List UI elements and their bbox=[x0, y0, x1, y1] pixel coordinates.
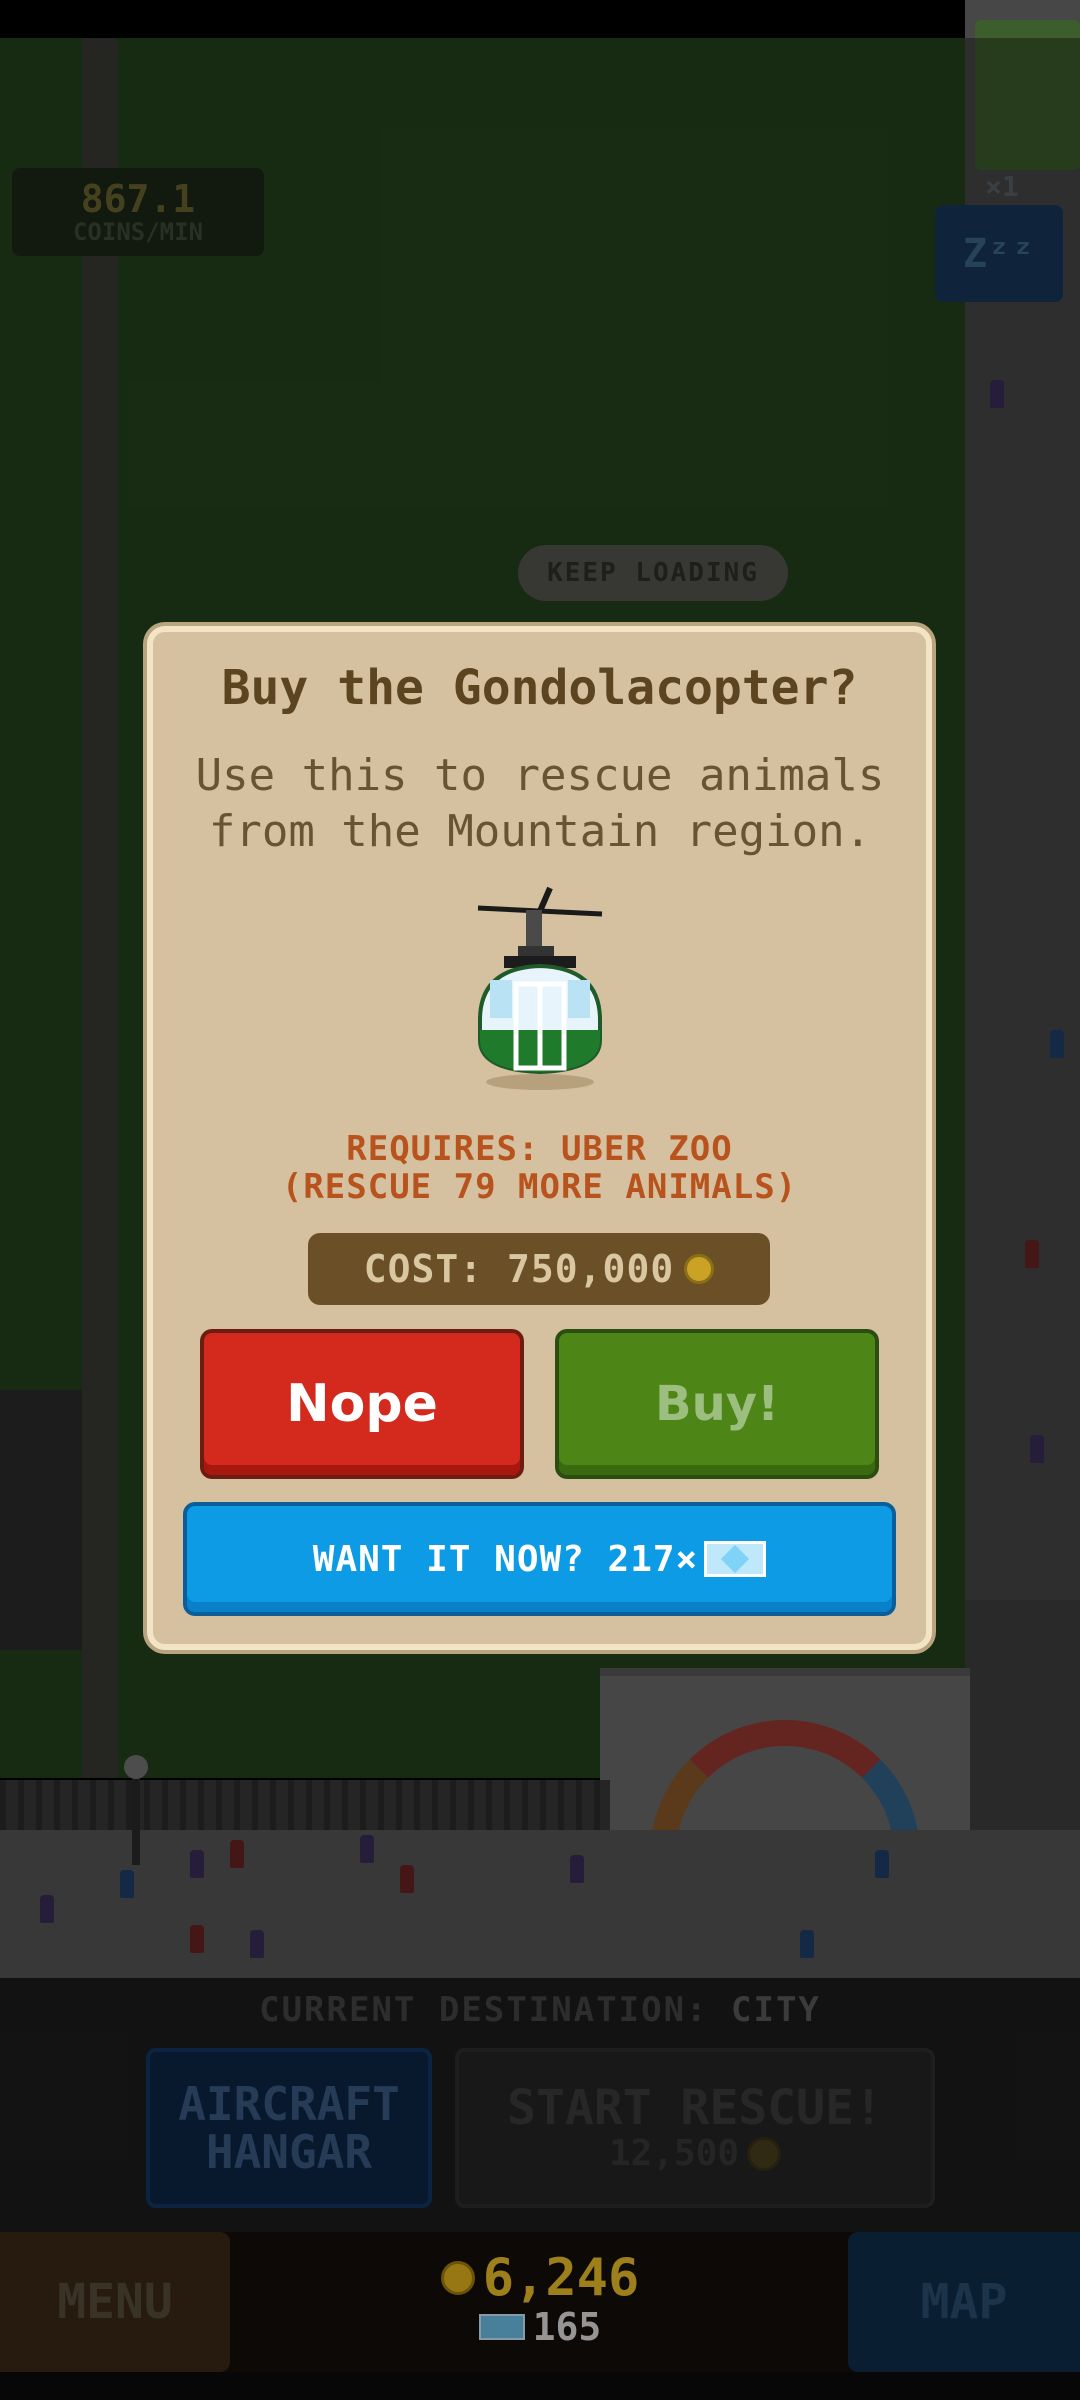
dialog-title: Buy the Gondolacopter? bbox=[221, 660, 858, 716]
want-it-now-label: WANT IT NOW? 217× bbox=[312, 1538, 699, 1580]
nope-button[interactable]: Nope bbox=[204, 1333, 520, 1475]
buy-button[interactable]: Buy! bbox=[559, 1333, 875, 1475]
cost-text: COST: 750,000 bbox=[363, 1247, 675, 1291]
dialog-description: Use this to rescue animals from the Moun… bbox=[195, 750, 885, 857]
gem-icon bbox=[704, 1541, 767, 1577]
gondolacopter-icon bbox=[477, 886, 603, 1090]
coin-icon bbox=[684, 1254, 715, 1284]
cost-badge: COST: 750,000 bbox=[308, 1233, 770, 1305]
want-it-now-button[interactable]: WANT IT NOW? 217× bbox=[187, 1506, 892, 1612]
status-bar bbox=[0, 0, 1080, 38]
requirement-line1: REQUIRES: UBER ZOO bbox=[346, 1129, 733, 1169]
requirement-text: REQUIRES: UBER ZOO (RESCUE 79 MORE ANIMA… bbox=[147, 1130, 932, 1206]
requirement-line2: (RESCUE 79 MORE ANIMALS) bbox=[281, 1167, 798, 1207]
